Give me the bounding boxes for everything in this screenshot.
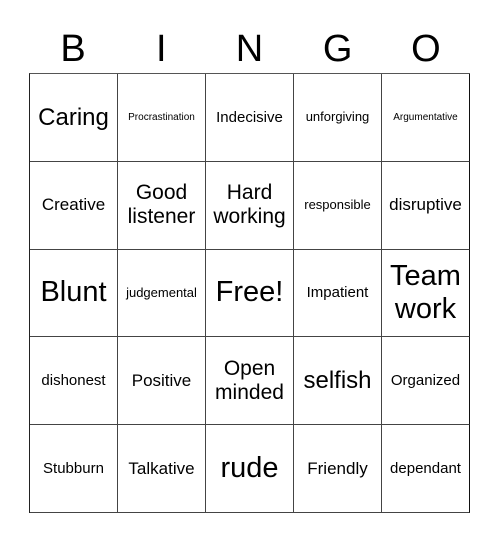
bingo-cell[interactable]: judgemental	[118, 249, 206, 338]
bingo-cell-text: Argumentative	[393, 111, 458, 123]
bingo-cell[interactable]: Team work	[382, 249, 470, 338]
bingo-cell[interactable]: Organized	[382, 337, 470, 426]
bingo-cell-text: judgemental	[126, 284, 197, 300]
bingo-cell-text: dependant	[390, 459, 461, 477]
bingo-cell-text: Free!	[215, 276, 284, 309]
bingo-cell-text: dishonest	[41, 372, 106, 390]
bingo-cell-text: Talkative	[128, 458, 195, 478]
header-letter-g: G	[322, 28, 353, 70]
header-letter-b: B	[60, 28, 86, 70]
bingo-cell-text: Procrastination	[128, 111, 195, 123]
bingo-cell[interactable]: dishonest	[30, 337, 118, 426]
bingo-cell[interactable]: dependant	[382, 425, 470, 513]
bingo-cell-text: Organized	[390, 372, 461, 390]
bingo-cell[interactable]: Impatient	[294, 249, 382, 338]
bingo-cell[interactable]: Procrastination	[118, 74, 206, 162]
bingo-cell-text: Positive	[131, 371, 192, 391]
bingo-cell-text: Stubburn	[43, 459, 104, 477]
bingo-cell[interactable]: unforgiving	[294, 74, 382, 162]
bingo-cell[interactable]: disruptive	[382, 161, 470, 250]
free-space-cell[interactable]: Free!	[206, 249, 294, 338]
bingo-cell[interactable]: Indecisive	[206, 74, 294, 162]
bingo-header: B I N G O	[29, 26, 470, 72]
bingo-cell-text: Impatient	[306, 284, 369, 302]
bingo-cell[interactable]: Open minded	[206, 337, 294, 426]
bingo-cell-text: rude	[220, 451, 279, 484]
bingo-cell-text: Team work	[390, 259, 461, 325]
header-letter-n: N	[235, 28, 264, 70]
bingo-cell[interactable]: Creative	[30, 161, 118, 250]
bingo-cell[interactable]: Argumentative	[382, 74, 470, 162]
bingo-cell[interactable]: Stubburn	[30, 425, 118, 513]
bingo-cell-text: unforgiving	[305, 108, 370, 124]
bingo-cell[interactable]: Talkative	[118, 425, 206, 513]
bingo-cell[interactable]: Blunt	[30, 249, 118, 338]
bingo-cell-text: Hard working	[213, 181, 286, 229]
bingo-cell-text: Open minded	[215, 356, 284, 404]
bingo-cell-text: Friendly	[307, 458, 368, 478]
bingo-cell[interactable]: selfish	[294, 337, 382, 426]
bingo-cell[interactable]: Positive	[118, 337, 206, 426]
bingo-cell-text: Blunt	[40, 276, 107, 309]
bingo-cell-text: Caring	[38, 103, 109, 131]
bingo-cell[interactable]: responsible	[294, 161, 382, 250]
header-letter-o: O	[411, 28, 441, 70]
header-letter-i: I	[156, 28, 167, 70]
bingo-cell[interactable]: Good listener	[118, 161, 206, 250]
bingo-cell-text: Creative	[41, 195, 106, 215]
bingo-cell-text: responsible	[304, 196, 371, 212]
bingo-grid: Caring Procrastination Indecisive unforgivi…	[29, 73, 470, 513]
bingo-cell[interactable]: Caring	[30, 74, 118, 162]
bingo-cell-text: Good listener	[127, 181, 196, 229]
bingo-cell[interactable]: Hard working	[206, 161, 294, 250]
bingo-cell-text: selfish	[303, 366, 372, 394]
bingo-cell[interactable]: rude	[206, 425, 294, 513]
bingo-cell[interactable]: Friendly	[294, 425, 382, 513]
bingo-cell-text: disruptive	[389, 195, 462, 215]
bingo-cell-text: Indecisive	[216, 108, 283, 126]
